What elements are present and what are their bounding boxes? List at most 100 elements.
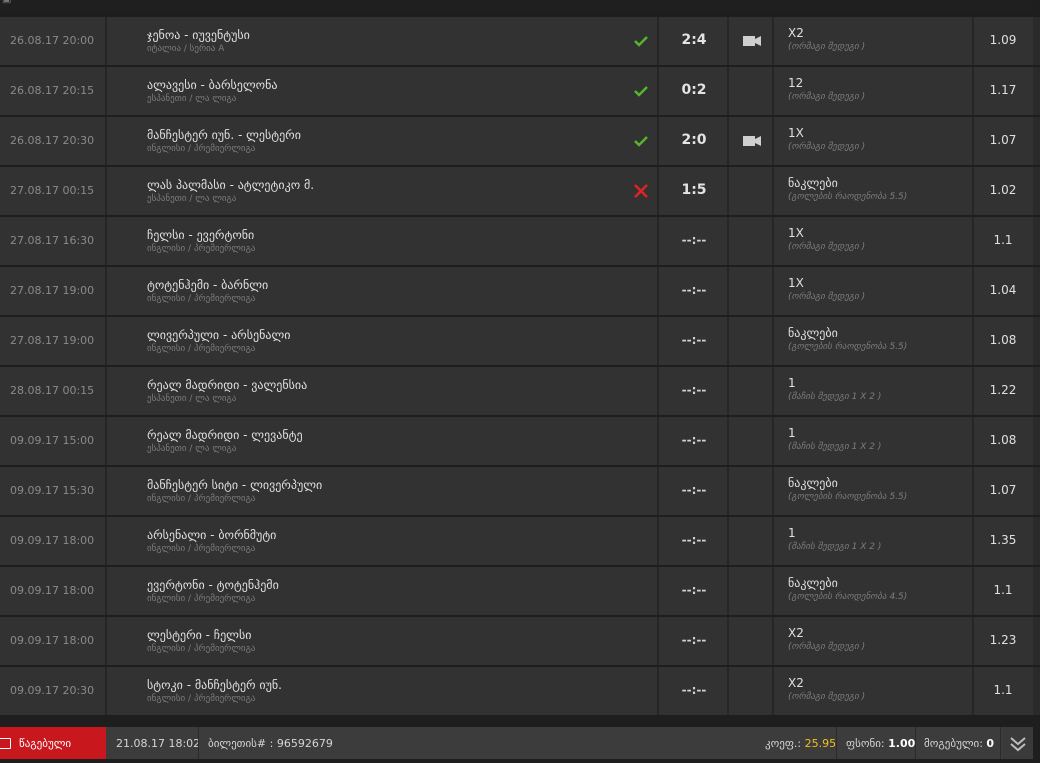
- match-score: 1:5: [681, 182, 707, 198]
- match-league: იტალია / სერია A: [147, 44, 225, 54]
- match-time: 09.09.17 18:00: [10, 584, 95, 597]
- check-icon: [634, 136, 648, 147]
- stake-block: ფსონი: 1.00: [846, 737, 915, 750]
- check-icon: [634, 86, 648, 97]
- bet-odd: 1.09: [989, 33, 1017, 47]
- match-score: 2:4: [681, 32, 707, 48]
- won-block: მოგებული: 0: [924, 737, 994, 750]
- match-name[interactable]: ტოტენჰემი - ბარნლი: [147, 278, 268, 292]
- bet-selection: 1X: [788, 126, 804, 140]
- match-name[interactable]: მანჩესტერ სიტი - ლივერპული: [147, 478, 322, 492]
- bet-row[interactable]: 27.08.17 16:30 ჩელსი - ევერტონი ინგლისი / …: [0, 217, 1040, 265]
- bet-selection: ნაკლები: [788, 176, 838, 190]
- match-name[interactable]: ლივერპული - არსენალი: [147, 328, 290, 342]
- bet-type: (ორმაგი შედეგი ): [788, 92, 866, 102]
- match-name[interactable]: არსენალი - ბორნმუტი: [147, 528, 276, 542]
- bet-row[interactable]: 26.08.17 20:15 ალავესი - ბარსელონა ესპანეთ…: [0, 67, 1040, 115]
- bet-type: (გოლების რაოდენობა 4.5): [788, 592, 908, 602]
- match-name[interactable]: ჯენოა - იუვენტუსი: [147, 28, 250, 42]
- bet-selection: ნაკლები: [788, 476, 838, 490]
- match-name[interactable]: ლესტერი - ჩელსი: [147, 628, 251, 642]
- video-camera-icon[interactable]: [742, 35, 762, 47]
- match-name[interactable]: რეალ მადრიდი - ლევანტე: [147, 428, 303, 442]
- match-league: ინგლისი / პრემიერლიგა: [147, 494, 256, 504]
- ticket-footer: წაგებული 21.08.17 18:02 ბილეთის# : 96592…: [0, 727, 1033, 759]
- match-time: 27.08.17 00:15: [10, 184, 95, 197]
- match-league: ესპანეთი / ლა ლიგა: [147, 394, 237, 404]
- ticket-number: 96592679: [276, 737, 333, 750]
- ticket-status-badge[interactable]: წაგებული: [0, 727, 106, 759]
- match-league: ესპანეთი / ლა ლიგა: [147, 94, 237, 104]
- bet-row[interactable]: 26.08.17 20:00 ჯენოა - იუვენტუსი იტალია / …: [0, 17, 1040, 65]
- bet-row[interactable]: 09.09.17 15:00 რეალ მადრიდი - ლევანტე ესპა…: [0, 417, 1040, 465]
- double-chevron-down-icon[interactable]: [1003, 727, 1033, 759]
- bet-type: (გოლების რაოდენობა 5.5): [788, 492, 908, 502]
- bet-type: (ორმაგი შედეგი ): [788, 292, 866, 302]
- bet-row[interactable]: 27.08.17 00:15 ლას პალმასი - ატლეტიკო მ. ე…: [0, 167, 1040, 215]
- match-league: ინგლისი / პრემიერლიგა: [147, 244, 256, 254]
- bet-type: (მაჩის შედეგი 1 X 2 ): [788, 542, 882, 552]
- bet-row[interactable]: 27.08.17 19:00 ტოტენჰემი - ბარნლი ინგლისი …: [0, 267, 1040, 315]
- match-name[interactable]: ევერტონი - ტოტენჰემი: [147, 578, 279, 592]
- match-name[interactable]: სტოკი - მანჩესტერ იუნ.: [147, 678, 282, 692]
- bet-selection: ნაკლები: [788, 576, 838, 590]
- match-name[interactable]: მანჩესტერ იუნ. - ლესტერი: [147, 128, 301, 142]
- cross-icon: [634, 184, 648, 198]
- bet-row[interactable]: 09.09.17 18:00 ევერტონი - ტოტენჰემი ინგლის…: [0, 567, 1040, 615]
- match-league: ესპანეთი / ლა ლიგა: [147, 194, 237, 204]
- match-time: 09.09.17 15:30: [10, 484, 95, 497]
- match-time: 09.09.17 15:00: [10, 434, 95, 447]
- bet-selection: 1: [788, 526, 796, 540]
- match-league: ინგლისი / პრემიერლიგა: [147, 294, 256, 304]
- match-score: --:--: [681, 533, 707, 547]
- match-score: --:--: [681, 233, 707, 247]
- won-value: 0: [986, 737, 995, 750]
- match-time: 26.08.17 20:00: [10, 34, 95, 47]
- bet-type: (ორმაგი შედეგი ): [788, 42, 866, 52]
- header-team-icon: ▣: [2, 0, 11, 5]
- match-time: 26.08.17 20:30: [10, 134, 95, 147]
- bet-odd: 1.08: [989, 433, 1017, 447]
- video-camera-icon[interactable]: [742, 135, 762, 147]
- match-score: --:--: [681, 333, 707, 347]
- bet-odd: 1.07: [989, 133, 1017, 147]
- bet-selection: 1X: [788, 226, 804, 240]
- match-score: --:--: [681, 583, 707, 597]
- bet-odd: 1.35: [989, 533, 1017, 547]
- bet-type: (მაჩის შედეგი 1 X 2 ): [788, 392, 882, 402]
- bet-selection: X2: [788, 26, 804, 40]
- bet-row[interactable]: 09.09.17 18:00 არსენალი - ბორნმუტი ინგლისი…: [0, 517, 1040, 565]
- match-name[interactable]: ლას პალმასი - ატლეტიკო მ.: [147, 178, 314, 192]
- bet-odd: 1.17: [989, 83, 1017, 97]
- bet-row[interactable]: 09.09.17 20:30 სტოკი - მანჩესტერ იუნ. ინგლ…: [0, 667, 1040, 715]
- bet-selection: X2: [788, 676, 804, 690]
- bet-selection: X2: [788, 626, 804, 640]
- bet-odd: 1.1: [993, 233, 1013, 247]
- ticket-number-block: ბილეთის# : 96592679: [208, 737, 333, 750]
- match-name[interactable]: ალავესი - ბარსელონა: [147, 78, 277, 92]
- bet-row[interactable]: 28.08.17 00:15 რეალ მადრიდი - ვალენსია ესპ…: [0, 367, 1040, 415]
- bet-row[interactable]: 27.08.17 19:00 ლივერპული - არსენალი ინგლის…: [0, 317, 1040, 365]
- match-score: 2:0: [681, 132, 707, 148]
- table-header: ▣: [0, 0, 1033, 11]
- bet-type: (გოლების რაოდენობა 5.5): [788, 342, 908, 352]
- bet-odd: 1.1: [993, 683, 1013, 697]
- bet-type: (ორმაგი შედეგი ): [788, 242, 866, 252]
- bet-list: 26.08.17 20:00 ჯენოა - იუვენტუსი იტალია / …: [0, 17, 1040, 717]
- bet-selection: 12: [788, 76, 804, 90]
- bet-type: (მაჩის შედეგი 1 X 2 ): [788, 442, 882, 452]
- bet-odd: 1.02: [989, 183, 1017, 197]
- bet-row[interactable]: 09.09.17 15:30 მანჩესტერ სიტი - ლივერპული…: [0, 467, 1040, 515]
- match-name[interactable]: ჩელსი - ევერტონი: [147, 228, 254, 242]
- match-time: 27.08.17 19:00: [10, 334, 95, 347]
- match-score: --:--: [681, 483, 707, 497]
- bet-row[interactable]: 26.08.17 20:30 მანჩესტერ იუნ. - ლესტერი ინ…: [0, 117, 1040, 165]
- match-score: --:--: [681, 433, 707, 447]
- ticket-date: 21.08.17 18:02: [116, 737, 201, 750]
- bet-row[interactable]: 09.09.17 18:00 ლესტერი - ჩელსი ინგლისი / პ…: [0, 617, 1040, 665]
- match-name[interactable]: რეალ მადრიდი - ვალენსია: [147, 378, 307, 392]
- match-time: 27.08.17 19:00: [10, 284, 95, 297]
- bet-odd: 1.07: [989, 483, 1017, 497]
- coef-label: კოეფ.:: [765, 737, 802, 750]
- match-score: --:--: [681, 633, 707, 647]
